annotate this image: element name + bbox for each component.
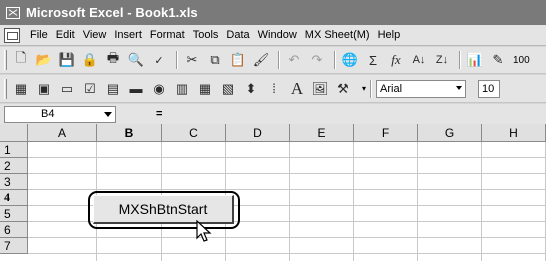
- menu-data[interactable]: Data: [222, 29, 253, 41]
- drawing-icon[interactable]: ✎: [488, 50, 508, 70]
- font-size-value: 10: [482, 82, 495, 95]
- column-header-c[interactable]: C: [162, 124, 226, 142]
- toolbar-separator: [370, 79, 373, 98]
- gridline-vertical: [353, 142, 354, 261]
- chevron-down-icon[interactable]: [104, 111, 112, 117]
- sort-ascending-icon[interactable]: A↓: [409, 50, 429, 70]
- toolbar-grip[interactable]: [4, 78, 7, 99]
- name-box[interactable]: B4: [4, 105, 116, 123]
- font-name-dropdown[interactable]: Arial: [376, 79, 467, 98]
- row-header-7[interactable]: 7: [0, 238, 28, 254]
- checkbox-icon[interactable]: ☑: [80, 79, 100, 99]
- cut-icon[interactable]: ✂: [182, 50, 202, 70]
- gridline-horizontal: [28, 253, 546, 254]
- picture-icon[interactable]: 🖼: [310, 79, 330, 99]
- combobox-icon[interactable]: ▦: [195, 79, 215, 99]
- gridline-horizontal: [28, 173, 546, 174]
- gridline-horizontal: [28, 189, 546, 190]
- print-preview-icon[interactable]: 🔍: [126, 50, 146, 70]
- title-bar: Microsoft Excel - Book1.xls: [0, 0, 546, 25]
- zoom-value[interactable]: 100: [513, 55, 530, 66]
- menu-insert[interactable]: Insert: [110, 29, 146, 41]
- chevron-down-icon[interactable]: [456, 85, 463, 90]
- font-name-value: Arial: [380, 82, 403, 95]
- gridline-horizontal: [28, 157, 546, 158]
- workbook-icon[interactable]: [4, 27, 20, 43]
- groupbox-icon[interactable]: ▣: [34, 79, 54, 99]
- permission-icon[interactable]: 🔒: [80, 50, 100, 70]
- name-box-value: B4: [41, 107, 55, 120]
- row-header-1[interactable]: 1: [0, 142, 28, 158]
- button-control-icon[interactable]: ▭: [57, 79, 77, 99]
- formula-equals[interactable]: =: [156, 108, 162, 120]
- worksheet-grid[interactable]: ABCDEFGH 1234567: [0, 124, 546, 261]
- column-header-g[interactable]: G: [418, 124, 482, 142]
- menu-edit[interactable]: Edit: [52, 29, 79, 41]
- column-header-e[interactable]: E: [290, 124, 354, 142]
- row-header-6[interactable]: 6: [0, 222, 28, 238]
- new-icon[interactable]: 🗋: [11, 50, 31, 70]
- toolbar-grip[interactable]: [4, 50, 7, 70]
- toolbar-separator: [334, 51, 336, 69]
- toolbar-separator: [278, 51, 280, 69]
- menu-mx-sheet[interactable]: MX Sheet(M): [301, 29, 374, 41]
- gridline-vertical: [481, 142, 482, 261]
- open-icon[interactable]: 📂: [34, 50, 54, 70]
- column-header-a[interactable]: A: [28, 124, 97, 142]
- menu-bar: File Edit View Insert Format Tools Data …: [0, 25, 546, 46]
- autosum-icon[interactable]: Σ: [363, 50, 383, 70]
- formula-bar: B4 =: [0, 104, 546, 124]
- chart-wizard-icon[interactable]: 📊: [465, 50, 485, 70]
- row-header-5[interactable]: 5: [0, 206, 28, 222]
- toolbar-separator: [176, 51, 178, 69]
- editbox-icon[interactable]: ▤: [103, 79, 123, 99]
- column-header-f[interactable]: F: [354, 124, 418, 142]
- chevron-down-icon[interactable]: ▾: [362, 84, 366, 93]
- toolbar-separator: [459, 51, 461, 69]
- spelling-icon[interactable]: ✓: [149, 50, 169, 70]
- gridline-vertical: [417, 142, 418, 261]
- option-button-icon[interactable]: ◉: [149, 79, 169, 99]
- menu-window[interactable]: Window: [254, 29, 301, 41]
- hyperlink-icon[interactable]: 🌐: [340, 50, 360, 70]
- menu-view[interactable]: View: [79, 29, 111, 41]
- column-header-b[interactable]: B: [97, 124, 162, 142]
- excel-window: Microsoft Excel - Book1.xls File Edit Vi…: [0, 0, 546, 261]
- paste-icon[interactable]: 📋: [228, 50, 248, 70]
- spinner-icon[interactable]: ⬍: [241, 79, 261, 99]
- gridline-horizontal: [28, 237, 546, 238]
- redo-icon[interactable]: ↷: [307, 50, 327, 70]
- gridline-vertical: [289, 142, 290, 261]
- window-title: Microsoft Excel - Book1.xls: [26, 5, 198, 20]
- listbox-icon[interactable]: ▥: [172, 79, 192, 99]
- function-icon[interactable]: fx: [386, 50, 406, 70]
- menu-format[interactable]: Format: [146, 29, 189, 41]
- combo-list-icon[interactable]: ▧: [218, 79, 238, 99]
- copy-icon[interactable]: ⧉: [205, 50, 225, 70]
- select-all-corner[interactable]: [0, 124, 28, 142]
- sort-descending-icon[interactable]: Z↓: [432, 50, 452, 70]
- menu-file[interactable]: File: [26, 29, 52, 41]
- tools-icon[interactable]: ⚒: [333, 79, 353, 99]
- excel-app-icon: [6, 6, 20, 19]
- toggle-grid-icon[interactable]: ⁞: [264, 79, 284, 99]
- text-box-icon[interactable]: A: [287, 79, 307, 99]
- font-size-dropdown[interactable]: 10: [478, 79, 501, 98]
- forms-toolbar: ▦ ▣ ▭ ☑ ▤ ▬ ◉ ▥ ▦ ▧ ⬍ ⁞ A 🖼 ⚒ ▾ Arial 10: [0, 75, 546, 103]
- row-header-4[interactable]: 4: [0, 190, 28, 206]
- scrollbar-icon[interactable]: ▬: [126, 79, 146, 99]
- format-painter-icon[interactable]: 🖌: [251, 50, 271, 70]
- column-header-d[interactable]: D: [226, 124, 290, 142]
- row-header-3[interactable]: 3: [0, 174, 28, 190]
- row-header-2[interactable]: 2: [0, 158, 28, 174]
- mouse-pointer-icon: [196, 220, 212, 242]
- print-icon[interactable]: 🖶: [103, 50, 123, 70]
- undo-icon[interactable]: ↶: [284, 50, 304, 70]
- save-icon[interactable]: 💾: [57, 50, 77, 70]
- column-header-h[interactable]: H: [482, 124, 546, 142]
- menu-help[interactable]: Help: [374, 29, 405, 41]
- menu-tools[interactable]: Tools: [189, 29, 223, 41]
- standard-toolbar: 🗋 📂 💾 🔒 🖶 🔍 ✓ ✂ ⧉ 📋 🖌 ↶ ↷ 🌐 Σ fx A↓ Z↓ 📊…: [0, 47, 546, 74]
- label-icon[interactable]: ▦: [11, 79, 31, 99]
